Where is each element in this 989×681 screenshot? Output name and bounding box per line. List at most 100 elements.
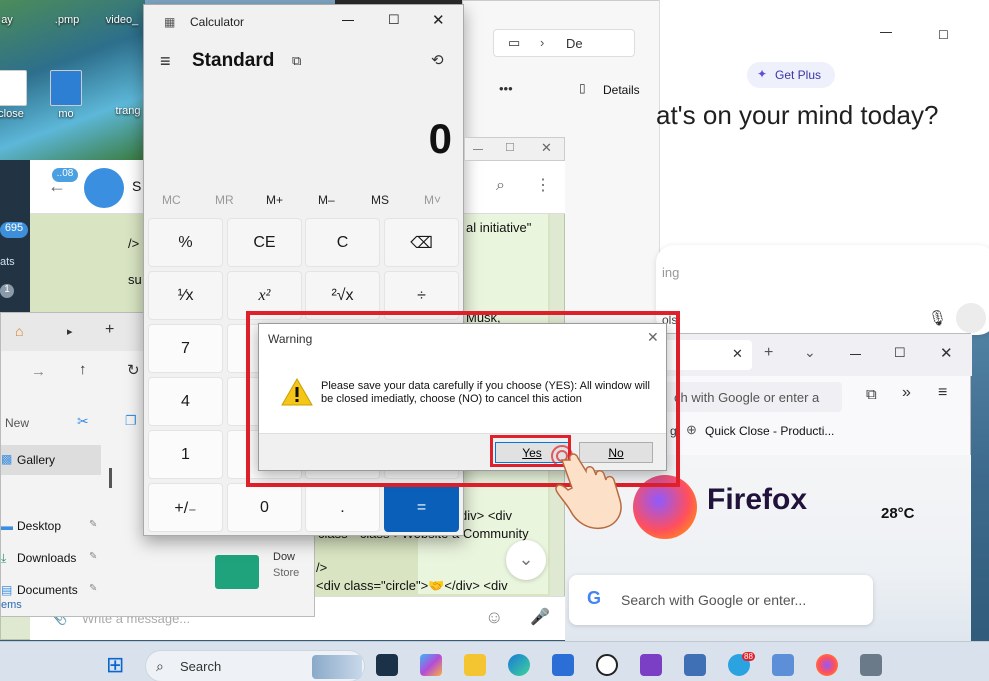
key-label: +/₋: [174, 499, 197, 517]
up-arrow-icon[interactable]: ↑: [79, 361, 87, 378]
close-icon[interactable]: ✕: [940, 344, 953, 362]
chatgpt-icon[interactable]: [596, 654, 618, 676]
taskbar-search[interactable]: ⌕ Search: [145, 650, 365, 681]
address-bar[interactable]: ▭ › De: [493, 29, 635, 57]
desktop-icon[interactable]: ay: [0, 14, 32, 26]
store-icon[interactable]: [552, 654, 574, 676]
clear-button[interactable]: C: [305, 218, 380, 267]
voice-mode-icon[interactable]: [956, 303, 986, 333]
bookmark-item[interactable]: Quick Close - Producti...: [705, 424, 834, 438]
search-icon[interactable]: ⌕: [496, 177, 505, 195]
more-options-button[interactable]: •••: [499, 81, 513, 96]
sidebar-item-desktop[interactable]: ▬ Desktop ✎: [1, 515, 101, 537]
desktop-icon[interactable]: .pmp: [42, 14, 92, 26]
decimal-button[interactable]: .: [305, 483, 380, 532]
copy-icon[interactable]: ❐: [125, 413, 137, 429]
prompt-box[interactable]: ing ols 🎙: [656, 245, 989, 335]
desktop-icon-label: video_: [105, 14, 139, 26]
overflow-icon[interactable]: »: [902, 384, 911, 402]
minimize-icon[interactable]: [473, 149, 483, 150]
close-icon[interactable]: ✕: [432, 11, 445, 29]
key-label: CE: [253, 233, 276, 251]
details-button[interactable]: Details: [603, 83, 640, 97]
start-icon[interactable]: ⊞: [106, 652, 124, 678]
history-icon[interactable]: ⟲: [431, 51, 444, 69]
maximize-icon[interactable]: ☐: [938, 28, 949, 42]
backspace-button[interactable]: ⌫: [384, 218, 459, 267]
more-vertical-icon[interactable]: ⋮: [535, 175, 551, 195]
sidebar-item-documents[interactable]: ▤ Documents ✎: [1, 579, 101, 601]
notepad-icon[interactable]: [684, 654, 706, 676]
extensions-icon[interactable]: ⧉: [866, 386, 877, 403]
scrollbar-thumb[interactable]: [109, 468, 112, 488]
memory-clear-button[interactable]: MC: [162, 193, 181, 207]
url-input[interactable]: ch with Google or enter a: [674, 390, 819, 405]
get-plus-button[interactable]: ✦ Get Plus: [747, 62, 835, 88]
firefox-icon[interactable]: [816, 654, 838, 676]
refresh-icon[interactable]: ↻: [127, 361, 140, 379]
emoji-icon[interactable]: ☺: [485, 607, 503, 628]
cut-icon[interactable]: ✂: [77, 413, 89, 430]
hand-pointer-icon: [551, 445, 622, 530]
visual-studio-icon[interactable]: [640, 654, 662, 676]
weather-widget[interactable]: 28°C: [881, 505, 915, 522]
microphone-icon[interactable]: 🎤: [530, 607, 550, 627]
sidebar-item-downloads[interactable]: ⤓ Downloads ✎: [1, 547, 101, 569]
digit-1-button[interactable]: 1: [148, 430, 223, 479]
new-button[interactable]: New: [5, 416, 29, 430]
calculator-icon[interactable]: [860, 654, 882, 676]
breadcrumb-item[interactable]: De: [566, 36, 583, 51]
digit-7-button[interactable]: 7: [148, 324, 223, 373]
digit-0-button[interactable]: 0: [227, 483, 302, 532]
equals-button[interactable]: =: [384, 483, 459, 532]
keep-on-top-icon[interactable]: ⧉: [292, 53, 301, 69]
memory-list-button[interactable]: M˅: [424, 193, 441, 207]
search-input[interactable]: Search with Google or enter...: [621, 592, 806, 608]
home-icon[interactable]: ⌂: [15, 323, 23, 339]
minimize-icon[interactable]: [342, 20, 354, 21]
percent-button[interactable]: %: [148, 218, 223, 267]
digit-4-button[interactable]: 4: [148, 377, 223, 426]
download-folder-icon[interactable]: [215, 555, 259, 589]
reciprocal-button[interactable]: ¹⁄x: [148, 271, 223, 320]
close-icon[interactable]: ✕: [647, 329, 659, 346]
negate-button[interactable]: +/₋: [148, 483, 223, 532]
maximize-icon[interactable]: ☐: [505, 141, 515, 154]
paint-icon[interactable]: [772, 654, 794, 676]
file-explorer-icon[interactable]: [464, 654, 486, 676]
memory-store-button[interactable]: MS: [371, 193, 389, 207]
prompt-input[interactable]: ing: [662, 265, 679, 280]
back-badge: ..08: [52, 168, 78, 182]
get-plus-label: Get Plus: [775, 68, 822, 82]
desktop-icon[interactable]: video_: [97, 14, 147, 26]
warning-icon: [281, 377, 313, 406]
image-file-icon: [50, 70, 82, 106]
scroll-down-button[interactable]: ⌄: [506, 540, 546, 580]
memory-add-button[interactable]: M+: [266, 193, 283, 207]
desktop-icon[interactable]: close: [0, 70, 36, 120]
new-tab-icon[interactable]: +: [105, 321, 114, 339]
desktop-icon[interactable]: mo: [41, 70, 91, 120]
dialog-message: Please save your data carefully if you c…: [321, 380, 650, 405]
minimize-icon[interactable]: [880, 32, 892, 33]
edge-icon[interactable]: [508, 654, 530, 676]
close-tab-icon[interactable]: ✕: [732, 346, 743, 362]
copilot-icon[interactable]: [420, 654, 442, 676]
memory-recall-button[interactable]: MR: [215, 193, 234, 207]
new-tab-icon[interactable]: +: [764, 344, 773, 362]
search-box[interactable]: G Search with Google or enter...: [569, 575, 873, 625]
chats-label[interactable]: ats: [0, 256, 15, 268]
minimize-icon[interactable]: [850, 354, 861, 355]
menu-icon[interactable]: ≡: [938, 384, 947, 402]
maximize-icon[interactable]: ☐: [894, 345, 906, 361]
sidebar-item-gallery[interactable]: ▩ Gallery: [1, 445, 101, 475]
memory-subtract-button[interactable]: M–: [318, 193, 335, 207]
forward-arrow-icon[interactable]: →: [31, 363, 46, 380]
clear-entry-button[interactable]: CE: [227, 218, 302, 267]
maximize-icon[interactable]: ☐: [388, 12, 400, 28]
hamburger-menu-icon[interactable]: ≡: [160, 51, 171, 72]
tab-list-icon[interactable]: ⌄: [804, 344, 816, 361]
microphone-icon[interactable]: 🎙: [928, 309, 947, 327]
close-icon[interactable]: ✕: [541, 140, 552, 156]
league-of-legends-icon[interactable]: [376, 654, 398, 676]
